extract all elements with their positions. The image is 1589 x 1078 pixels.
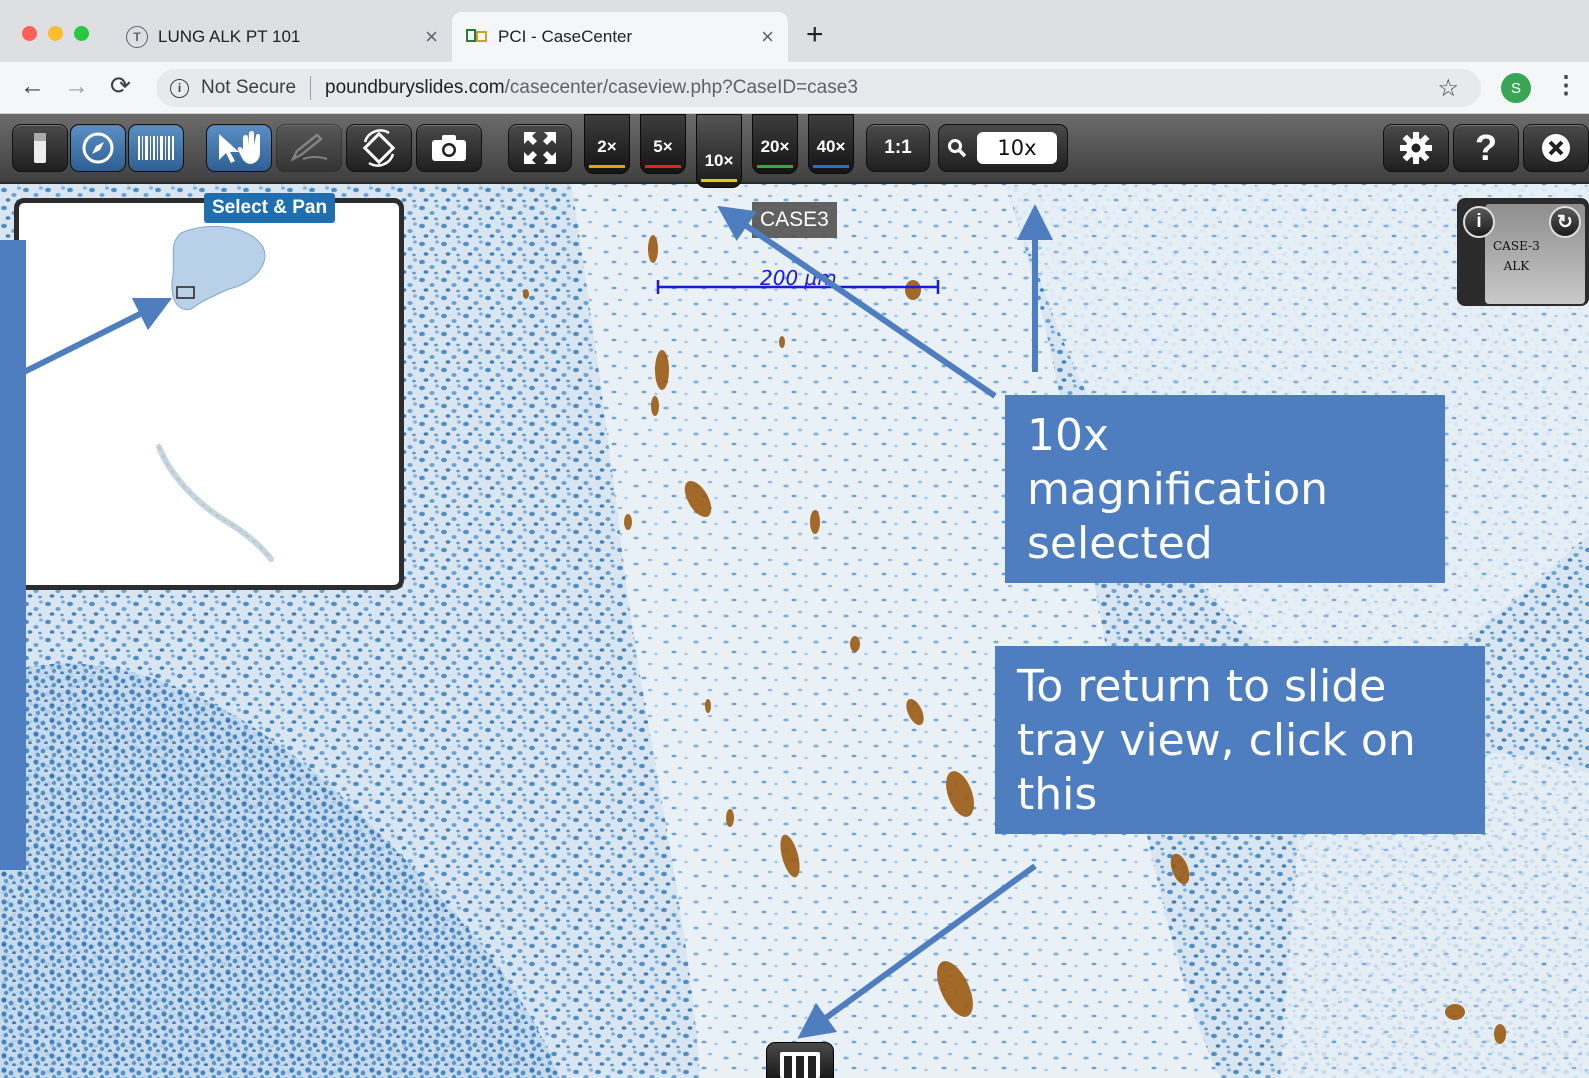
settings-button[interactable] — [1383, 124, 1449, 172]
security-label: Not Secure — [201, 77, 297, 98]
casecenter-favicon-icon — [466, 28, 488, 47]
fullscreen-button[interactable] — [508, 124, 572, 172]
minimize-window-button[interactable] — [48, 26, 63, 41]
overview-slide-image — [156, 225, 274, 562]
close-viewer-button[interactable] — [1523, 124, 1589, 172]
url-input[interactable]: i Not Secure poundburyslides.com/casecen… — [156, 69, 1481, 107]
zoom-control: 10x — [938, 124, 1068, 172]
browser-menu-icon[interactable]: ⋮ — [1554, 74, 1578, 98]
help-button[interactable]: ? — [1453, 124, 1519, 172]
new-tab-button[interactable]: + — [806, 20, 824, 50]
tab-favicon-icon: T — [126, 26, 148, 48]
fullscreen-icon — [524, 132, 556, 164]
rotate-icon — [362, 129, 396, 167]
address-bar: ← → ⟳ i Not Secure poundburyslides.com/c… — [0, 62, 1589, 114]
magnification-color-line — [589, 165, 625, 168]
url-path: /casecenter/caseview.php?CaseID=case3 — [504, 77, 858, 98]
close-window-button[interactable] — [22, 26, 37, 41]
tab-title: LUNG ALK PT 101 — [158, 27, 301, 46]
back-arrow-icon[interactable]: ← — [20, 74, 45, 99]
annotation-callout-edge — [0, 240, 26, 870]
info-icon: i — [1476, 211, 1482, 232]
browser-tab-bar: T LUNG ALK PT 101 × PCI - CaseCenter × + — [0, 0, 1589, 62]
tab-lung-alk[interactable]: T LUNG ALK PT 101 × — [112, 12, 452, 62]
compass-icon — [82, 132, 114, 164]
slide-refresh-button[interactable]: ↻ — [1549, 206, 1581, 238]
close-circle-icon — [1542, 134, 1570, 162]
magnification-5x-button[interactable]: 5× — [640, 114, 686, 174]
magnification-color-line — [757, 165, 793, 168]
tab-casecenter[interactable]: PCI - CaseCenter × — [452, 12, 788, 62]
pointer-hand-icon — [219, 131, 260, 164]
tab-title: PCI - CaseCenter — [498, 27, 633, 46]
case-label: CASE3 — [752, 202, 837, 238]
barcode-icon — [138, 136, 174, 160]
magnification-2x-button[interactable]: 2× — [584, 114, 630, 174]
tab-close-icon[interactable]: × — [425, 26, 438, 48]
forward-arrow-icon[interactable]: → — [64, 74, 89, 99]
barcode-button[interactable] — [128, 124, 184, 172]
overview-navigator[interactable] — [14, 198, 404, 590]
magnification-color-line — [701, 179, 737, 182]
scale-bar-label: 200 µm — [760, 266, 837, 290]
reload-icon[interactable]: ⟳ — [110, 74, 131, 99]
pen-icon — [290, 133, 328, 162]
slide-tray-callout: To return to slide tray view, click on t… — [995, 646, 1485, 834]
slide-label-line2: ALK — [1503, 259, 1530, 274]
slide-label-line1: CASE-3 — [1493, 239, 1540, 253]
select-pan-tool-button[interactable] — [206, 124, 272, 172]
mode-label: Select & Pan — [204, 193, 336, 223]
info-icon[interactable]: i — [170, 78, 189, 98]
slide-icon — [34, 133, 46, 163]
slide-tray-button[interactable] — [766, 1042, 834, 1078]
slide-tray-icon — [780, 1052, 820, 1078]
bookmark-star-icon[interactable]: ☆ — [1437, 74, 1459, 103]
magnifier-icon — [948, 139, 967, 158]
snapshot-button[interactable] — [416, 124, 482, 172]
magnification-color-line — [813, 165, 849, 168]
actual-size-button[interactable]: 1:1 — [866, 124, 930, 172]
slide-view-button[interactable] — [12, 124, 68, 172]
slide-label-text: CASE-3 ALK — [1493, 236, 1540, 277]
slide-info-button[interactable]: i — [1463, 206, 1495, 238]
zoom-input[interactable]: 10x — [977, 132, 1057, 164]
navigator-button[interactable] — [70, 124, 126, 172]
zoom-window-button[interactable] — [74, 26, 89, 41]
annotate-tool-button[interactable] — [276, 124, 342, 172]
url-host: poundburyslides.com — [325, 77, 505, 98]
magnification-10x-button[interactable]: 10× — [696, 114, 742, 188]
gear-icon — [1400, 132, 1432, 164]
refresh-icon: ↻ — [1557, 211, 1573, 233]
magnification-40x-button[interactable]: 40× — [808, 114, 854, 174]
profile-avatar[interactable]: S — [1501, 73, 1531, 103]
question-mark-icon: ? — [1475, 127, 1497, 168]
viewer-toolbar: 2× 5× 10× 20× 40× 1:1 10x ? — [0, 114, 1589, 188]
magnification-callout: 10x magnification selected — [1005, 395, 1445, 583]
omnibox-separator — [310, 76, 312, 100]
camera-icon — [432, 135, 466, 161]
slide-label-thumbnail[interactable]: CASE-3 ALK i ↻ — [1457, 198, 1589, 306]
rotate-tool-button[interactable] — [346, 124, 412, 172]
magnification-20x-button[interactable]: 20× — [752, 114, 798, 174]
magnification-color-line — [645, 165, 681, 168]
tab-close-icon[interactable]: × — [761, 26, 774, 48]
